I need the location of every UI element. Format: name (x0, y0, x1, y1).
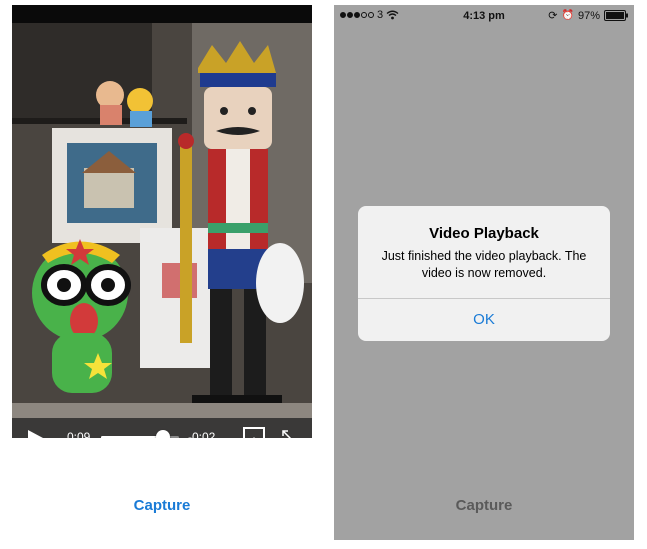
alert-ok-button[interactable]: OK (358, 299, 610, 341)
capture-button-dimmed[interactable]: Capture (334, 497, 634, 514)
scrubber-knob[interactable] (156, 430, 171, 438)
video-scrubber[interactable] (101, 430, 179, 438)
video-frame[interactable]: 0:09 -0:02 (12, 23, 312, 438)
battery-percentage: 97% (577, 9, 600, 22)
video-scene-image (12, 23, 312, 438)
capture-button[interactable]: Capture (12, 497, 312, 514)
battery-icon (604, 10, 628, 21)
alert-screen: 3 4:13 pm ⟳ ⏰ 97% Video Playback Just fi… (334, 5, 634, 540)
status-bar: 3 4:13 pm ⟳ ⏰ 97% (334, 5, 634, 27)
time-remaining: -0:02 (188, 430, 216, 438)
play-icon[interactable] (26, 429, 44, 438)
video-player-screen: 0:09 -0:02 Capture (12, 5, 312, 540)
alarm-icon: ⏰ (561, 10, 574, 21)
expand-icon[interactable] (280, 428, 298, 438)
video-controls-bar: 0:09 -0:02 (12, 418, 312, 438)
time-elapsed: 0:09 (67, 430, 91, 438)
alert-dialog: Video Playback Just finished the video p… (358, 206, 610, 341)
alert-message: Just finished the video playback. The vi… (381, 249, 587, 280)
alert-title: Video Playback (429, 225, 539, 242)
scrubber-progress-fill (101, 436, 164, 438)
airplay-icon[interactable] (243, 427, 265, 438)
rotation-lock-icon: ⟳ (548, 10, 558, 22)
top-letterbox (12, 5, 312, 23)
status-right-group: ⟳ ⏰ 97% (548, 9, 628, 22)
